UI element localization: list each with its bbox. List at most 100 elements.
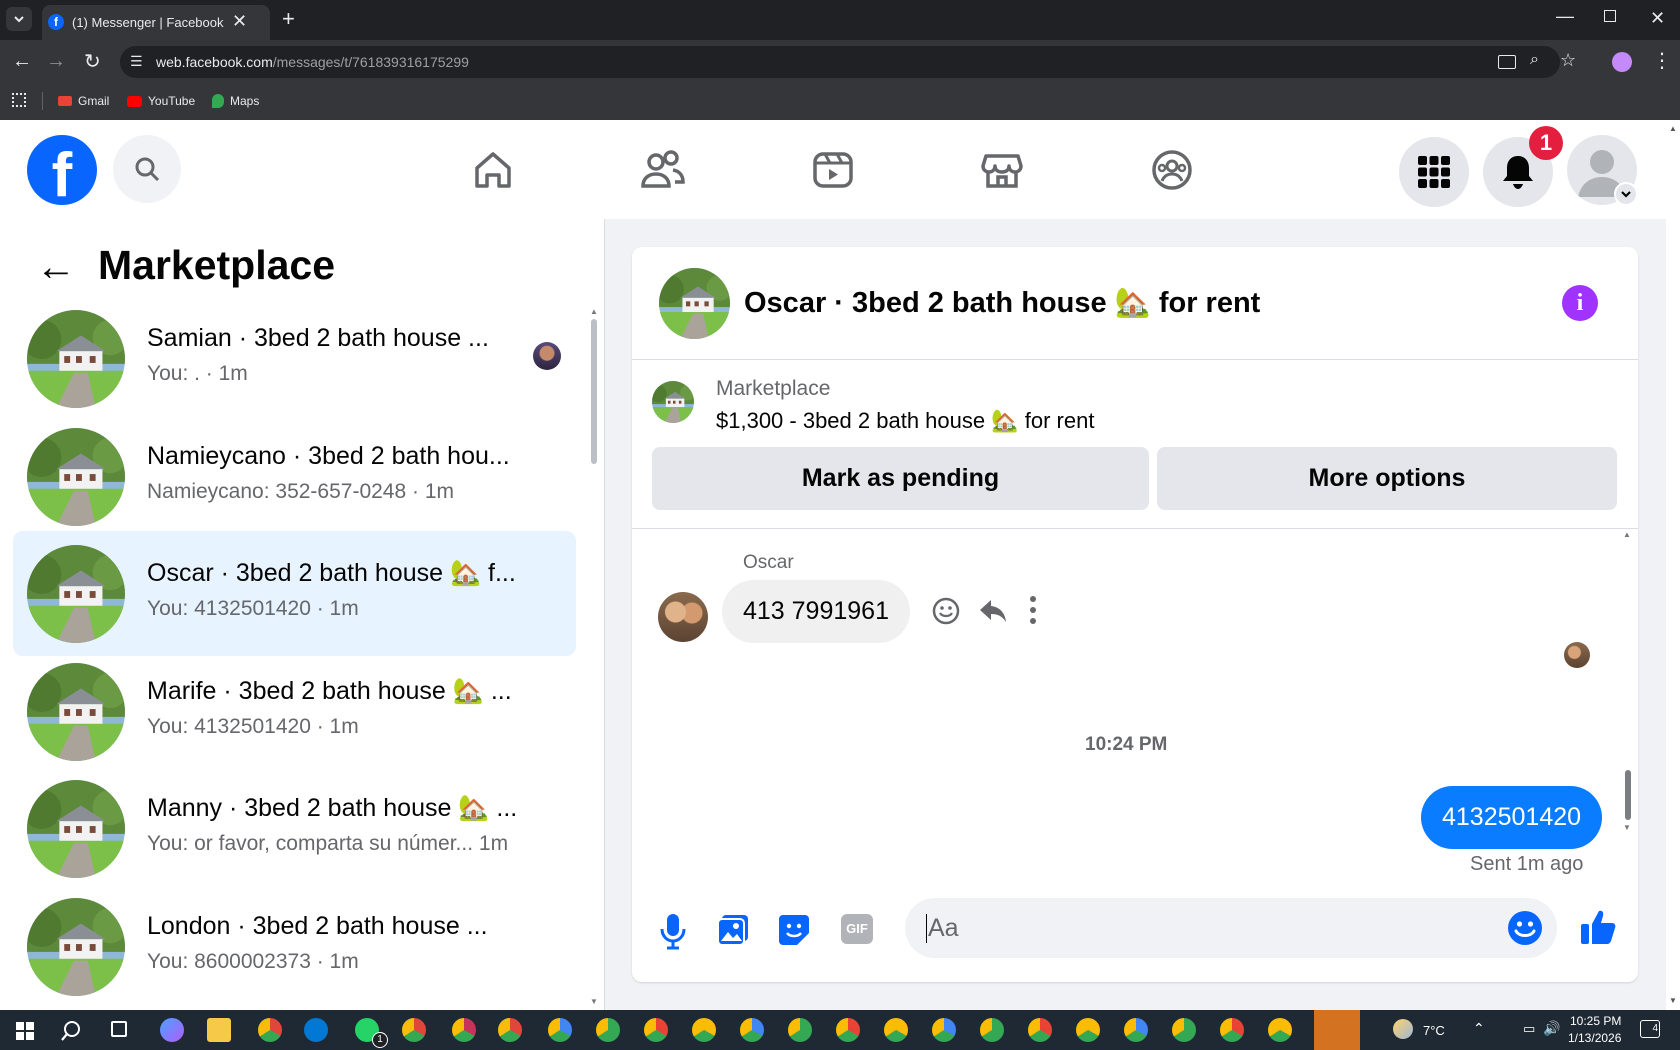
- taskbar-app-icon[interactable]: [1124, 1018, 1148, 1042]
- tab-close-icon[interactable]: ✕: [232, 11, 247, 32]
- listing-title[interactable]: $1,300 - 3bed 2 bath house 🏡 for rent: [716, 408, 1094, 434]
- tab-search-button[interactable]: [6, 7, 32, 31]
- new-tab-icon[interactable]: +: [282, 6, 295, 32]
- scrollbar-track[interactable]: ▲ ▼: [590, 307, 598, 1007]
- messages-scrollbar[interactable]: ▲ ▼: [1622, 530, 1634, 832]
- bookmark-gmail[interactable]: Gmail: [58, 94, 109, 108]
- listing-thumbnail[interactable]: [652, 381, 694, 423]
- account-menu-chevron[interactable]: [1614, 182, 1638, 206]
- taskbar-app-icon[interactable]: [548, 1018, 572, 1042]
- conversation-item[interactable]: Samian · 3bed 2 bath house ... You: . · 1…: [13, 296, 576, 421]
- taskbar-app-icon[interactable]: [258, 1018, 282, 1042]
- scrollbar-thumb[interactable]: [1625, 770, 1631, 820]
- reply-button[interactable]: [978, 596, 1008, 631]
- weather-temperature[interactable]: 7°C: [1423, 1023, 1445, 1038]
- scroll-down-arrow-icon[interactable]: ▼: [1669, 996, 1677, 1005]
- reload-icon[interactable]: ↻: [84, 49, 101, 74]
- clock-time[interactable]: 10:25 PM: [1570, 1014, 1621, 1028]
- back-arrow-icon[interactable]: ←: [36, 245, 76, 290]
- taskbar-app-icon[interactable]: [1076, 1018, 1100, 1042]
- tray-chevron-up-icon[interactable]: ⌃: [1473, 1020, 1485, 1037]
- conversation-item[interactable]: Oscar · 3bed 2 bath house 🏡 f... You: 413…: [13, 531, 576, 656]
- bookmark-maps[interactable]: Maps: [212, 94, 259, 108]
- gif-button[interactable]: GIF: [841, 914, 873, 944]
- windows-start-icon[interactable]: [16, 1022, 34, 1040]
- taskbar-app-icon[interactable]: [1220, 1018, 1244, 1042]
- taskbar-app-icon[interactable]: [836, 1018, 860, 1042]
- taskbar-app-icon[interactable]: [402, 1018, 426, 1042]
- nav-marketplace[interactable]: [974, 142, 1030, 198]
- weather-icon[interactable]: [1393, 1019, 1413, 1039]
- facebook-logo[interactable]: f: [27, 135, 97, 205]
- cloudflare-app[interactable]: [1314, 1010, 1360, 1050]
- taskbar-app-icon[interactable]: [304, 1018, 328, 1042]
- attach-photo-button[interactable]: [716, 913, 750, 952]
- sender-avatar[interactable]: [658, 592, 708, 642]
- search-button[interactable]: [113, 135, 181, 203]
- conversation-item[interactable]: Manny · 3bed 2 bath house 🏡 ... You: or f…: [13, 766, 576, 891]
- nav-watch[interactable]: [805, 142, 861, 198]
- page-scrollbar[interactable]: ▲ ▼: [1666, 120, 1680, 1010]
- scroll-up-arrow-icon[interactable]: ▲: [1669, 124, 1677, 133]
- browser-menu-icon[interactable]: ⋮: [1652, 48, 1672, 73]
- taskbar-app-icon[interactable]: [1028, 1018, 1052, 1042]
- taskbar-app-icon[interactable]: [692, 1018, 716, 1042]
- outgoing-message-bubble[interactable]: 4132501420: [1421, 786, 1603, 849]
- conversation-item[interactable]: London · 3bed 2 bath house ... You: 86000…: [13, 884, 576, 1009]
- scroll-down-arrow-icon[interactable]: ▼: [1623, 823, 1631, 832]
- chat-header-avatar[interactable]: [659, 268, 730, 339]
- taskbar-app-icon[interactable]: [452, 1018, 476, 1042]
- taskbar-app-icon[interactable]: [498, 1018, 522, 1042]
- more-options-button[interactable]: More options: [1157, 447, 1617, 510]
- taskbar-app-icon[interactable]: [207, 1018, 231, 1042]
- taskbar-app-icon[interactable]: [740, 1018, 764, 1042]
- sticker-button[interactable]: [777, 913, 811, 952]
- emoji-button[interactable]: [1507, 910, 1543, 951]
- more-actions-button[interactable]: [1028, 594, 1038, 631]
- conversation-info-button[interactable]: i: [1562, 285, 1598, 321]
- message-input[interactable]: Aa: [905, 898, 1557, 958]
- taskbar-app-icon[interactable]: [932, 1018, 956, 1042]
- taskbar-app-icon[interactable]: [884, 1018, 908, 1042]
- bookmark-star-icon[interactable]: ☆: [1560, 50, 1576, 71]
- browser-tab-active[interactable]: f (1) Messenger | Facebook ✕: [42, 5, 270, 40]
- forward-arrow-icon[interactable]: →: [46, 50, 66, 73]
- taskbar-app-icon[interactable]: [1172, 1018, 1196, 1042]
- back-arrow-icon[interactable]: ←: [12, 50, 32, 73]
- apps-grid-icon[interactable]: [12, 93, 26, 107]
- scrollbar-thumb[interactable]: [591, 319, 597, 464]
- taskbar-app-icon[interactable]: [644, 1018, 668, 1042]
- conversation-item[interactable]: Marife · 3bed 2 bath house 🏡 ... You: 413…: [13, 649, 576, 774]
- incoming-message-bubble[interactable]: 413 7991961: [722, 580, 910, 643]
- site-info-icon[interactable]: ☰: [130, 53, 143, 70]
- close-window-icon[interactable]: ✕: [1650, 8, 1665, 29]
- mark-as-pending-button[interactable]: Mark as pending: [652, 447, 1149, 510]
- network-icon[interactable]: ▭: [1523, 1021, 1535, 1037]
- taskbar-app-icon[interactable]: [980, 1018, 1004, 1042]
- clock-date[interactable]: 1/13/2026: [1568, 1031, 1621, 1045]
- taskbar-app-icon[interactable]: [1268, 1018, 1292, 1042]
- menu-button[interactable]: [1399, 137, 1469, 207]
- zoom-icon[interactable]: ⌕: [1530, 51, 1539, 69]
- taskbar-app-icon[interactable]: [788, 1018, 812, 1042]
- address-bar[interactable]: ☰ web.facebook.com/messages/t/7618393161…: [120, 46, 1576, 78]
- install-app-icon[interactable]: [1498, 55, 1516, 69]
- conversation-item[interactable]: Namieycano · 3bed 2 bath hou... Namieycan…: [13, 414, 576, 539]
- voice-clip-button[interactable]: [658, 912, 688, 955]
- send-like-button[interactable]: [1579, 907, 1619, 952]
- scroll-up-arrow-icon[interactable]: ▲: [1623, 530, 1631, 539]
- bookmark-youtube[interactable]: YouTube: [127, 94, 195, 108]
- search-icon[interactable]: [60, 1020, 82, 1042]
- notification-center-icon[interactable]: 4: [1640, 1020, 1660, 1038]
- profile-avatar-icon[interactable]: [1612, 52, 1632, 72]
- scroll-down-arrow-icon[interactable]: ▼: [590, 997, 598, 1006]
- scroll-up-arrow-icon[interactable]: ▲: [590, 307, 598, 316]
- task-view-icon[interactable]: [111, 1021, 127, 1037]
- react-button[interactable]: [931, 596, 961, 631]
- nav-groups[interactable]: [1144, 142, 1200, 198]
- chat-header-title[interactable]: Oscar · 3bed 2 bath house 🏡 for rent: [744, 286, 1260, 320]
- minimize-icon[interactable]: —: [1556, 6, 1574, 27]
- taskbar-app-icon[interactable]: [160, 1018, 184, 1042]
- volume-icon[interactable]: 🔊: [1543, 1020, 1560, 1037]
- nav-friends[interactable]: [635, 142, 691, 198]
